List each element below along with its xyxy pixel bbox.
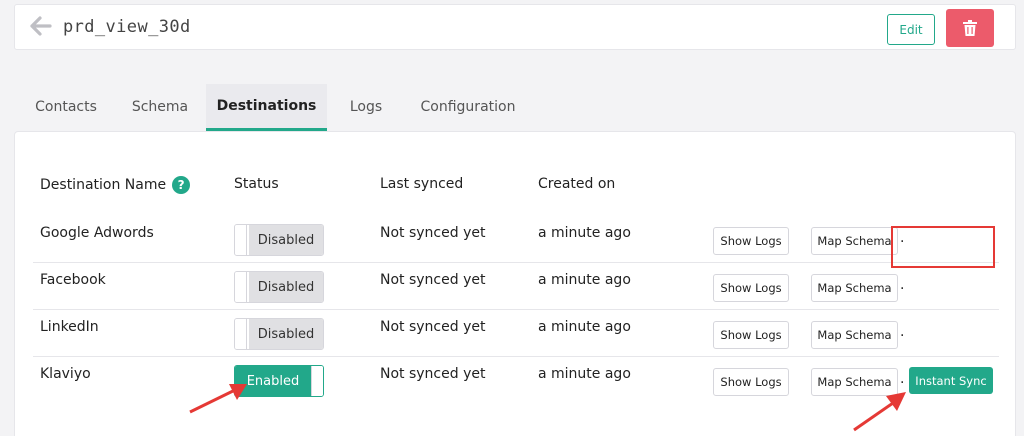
table-row: Google Adwords Disabled Not synced yet a… (33, 216, 999, 263)
map-schema-button[interactable]: Map Schema (811, 321, 898, 349)
last-synced: Not synced yet (380, 225, 486, 241)
header-status: Status (234, 176, 279, 192)
created-on: a minute ago (538, 319, 631, 335)
header-last-synced: Last synced (380, 176, 464, 192)
annotation-highlight-box (891, 226, 995, 268)
header-destination-name: Destination Name? (40, 176, 191, 194)
map-schema-button[interactable]: Map Schema (811, 274, 898, 302)
status-label: Enabled (235, 366, 311, 396)
status-label: Disabled (249, 225, 323, 255)
map-schema-button[interactable]: Map Schema (811, 368, 898, 396)
destinations-panel: Destination Name? Status Last synced Cre… (14, 131, 1016, 436)
created-on: a minute ago (538, 272, 631, 288)
toggle-knob (235, 272, 247, 302)
show-logs-button[interactable]: Show Logs (713, 321, 789, 349)
arrow-left-icon[interactable] (29, 14, 53, 38)
tab-configuration[interactable]: Configuration (405, 84, 531, 130)
trash-icon (963, 20, 977, 36)
table-row: Klaviyo Enabled Not synced yet a minute … (33, 357, 999, 404)
tab-logs[interactable]: Logs (327, 84, 405, 130)
row-dot: . (900, 371, 905, 387)
row-dot: . (900, 324, 905, 340)
created-on: a minute ago (538, 225, 631, 241)
status-toggle[interactable]: Enabled (234, 365, 324, 397)
edit-button[interactable]: Edit (887, 14, 935, 45)
header-destination-name-label: Destination Name (40, 177, 167, 193)
instant-sync-button[interactable]: Instant Sync (909, 367, 993, 394)
status-label: Disabled (249, 319, 323, 349)
toggle-knob (311, 366, 323, 396)
last-synced: Not synced yet (380, 319, 486, 335)
map-schema-button[interactable]: Map Schema (811, 227, 898, 255)
show-logs-button[interactable]: Show Logs (713, 274, 789, 302)
table-row: Facebook Disabled Not synced yet a minut… (33, 263, 999, 310)
page-header: prd_view_30d Edit (14, 4, 1016, 50)
destination-name: Klaviyo (40, 366, 91, 382)
tab-destinations[interactable]: Destinations (206, 84, 327, 131)
show-logs-button[interactable]: Show Logs (713, 368, 789, 396)
destination-name: LinkedIn (40, 319, 99, 335)
destination-name: Google Adwords (40, 225, 154, 241)
tab-contacts[interactable]: Contacts (18, 84, 114, 130)
created-on: a minute ago (538, 366, 631, 382)
toggle-knob (235, 319, 247, 349)
status-label: Disabled (249, 272, 323, 302)
tab-schema[interactable]: Schema (114, 84, 206, 130)
delete-button[interactable] (946, 9, 994, 47)
header-created-on: Created on (538, 176, 616, 192)
show-logs-button[interactable]: Show Logs (713, 227, 789, 255)
last-synced: Not synced yet (380, 272, 486, 288)
status-toggle[interactable]: Disabled (234, 318, 324, 350)
status-toggle[interactable]: Disabled (234, 224, 324, 256)
toggle-knob (235, 225, 247, 255)
table-row: LinkedIn Disabled Not synced yet a minut… (33, 310, 999, 357)
last-synced: Not synced yet (380, 366, 486, 382)
page-title: prd_view_30d (63, 17, 191, 37)
destination-name: Facebook (40, 272, 106, 288)
help-icon[interactable]: ? (172, 176, 191, 194)
row-dot: . (900, 277, 905, 293)
status-toggle[interactable]: Disabled (234, 271, 324, 303)
